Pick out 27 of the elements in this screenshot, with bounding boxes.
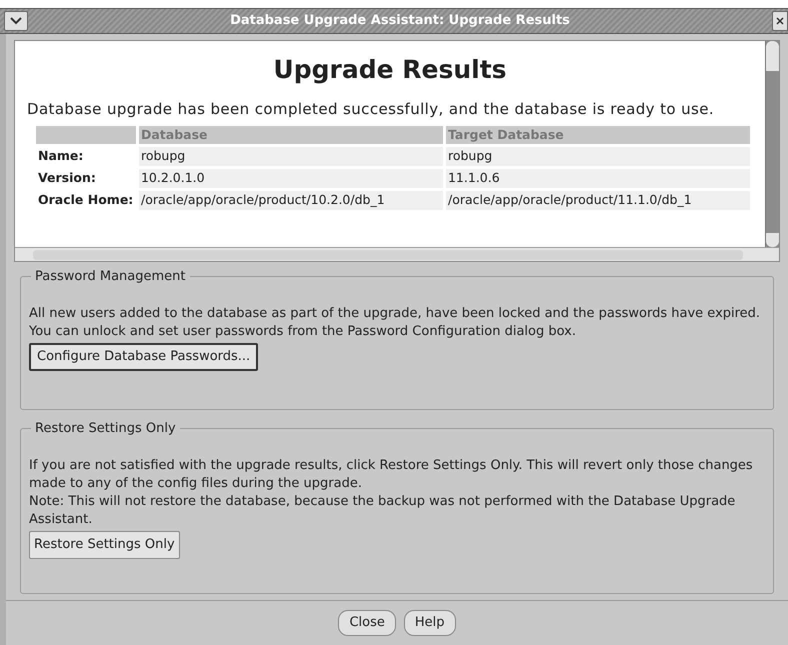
table-cell: /oracle/app/oracle/product/10.2.0/db_1: [138, 190, 443, 210]
table-cell: robupg: [138, 147, 443, 166]
table-cell: robupg: [446, 147, 750, 166]
results-message: Database upgrade has been completed successfully, and the database is ready to use.: [27, 98, 716, 118]
window-menu-button[interactable]: [4, 11, 28, 31]
close-button[interactable]: [772, 11, 788, 31]
configure-passwords-button[interactable]: Configure Database Passwords...: [29, 343, 258, 371]
restore-info-text: If you are not satisfied with the upgrade results, click Restore Settings Only. This will revert only those changes made to any of the config files during the upgrade.: [29, 457, 754, 493]
table-cell: /oracle/app/oracle/product/11.1.0/db_1: [446, 190, 750, 210]
row-label: Version:: [37, 169, 97, 187]
column-header: Target Database: [446, 126, 750, 144]
close-icon: [776, 17, 784, 25]
column-header: Database: [138, 126, 443, 144]
table-cell: 10.2.0.1.0: [138, 169, 443, 188]
results-heading: Upgrade Results: [273, 54, 507, 86]
row-label: Oracle Home:: [37, 190, 134, 209]
dialog-button[interactable]: Help: [404, 610, 456, 636]
window-title: Database Upgrade Assistant: Upgrade Results: [230, 12, 570, 30]
restore-settings-button[interactable]: Restore Settings Only: [29, 531, 180, 559]
chevron-down-icon: [10, 17, 22, 25]
dialog-button[interactable]: Close: [338, 610, 396, 636]
horizontal-scrollbar[interactable]: [15, 247, 779, 261]
password-info-text: All new users added to the database as part of the upgrade, have been locked and the passwords have expired. You can unlock and set user passwords from the Password Configuration dialog box.: [29, 305, 762, 341]
table-cell: 11.1.0.6: [446, 169, 750, 188]
vertical-scrollbar[interactable]: [765, 41, 779, 247]
row-label: Name:: [37, 147, 84, 166]
restore-note-text: Note: This will not restore the database, because the backup was not performed with the Database Upgrade Assistant.: [29, 493, 736, 529]
